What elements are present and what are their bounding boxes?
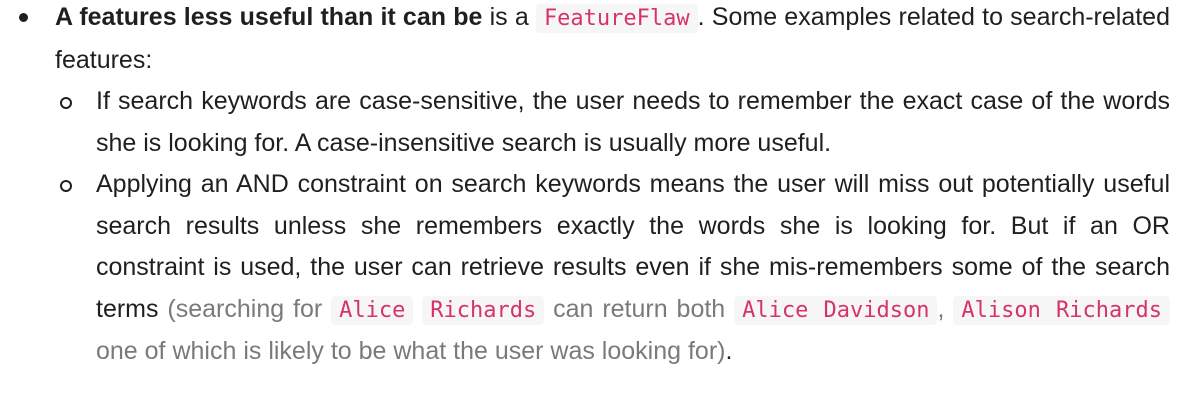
list-item-feature-flaw: A features less useful than it can be is… <box>0 0 1196 373</box>
code-alice-davidson: Alice Davidson <box>734 295 938 325</box>
outer-list: A features less useful than it can be is… <box>0 0 1196 373</box>
bullet-dot-icon <box>19 13 28 22</box>
inner-list: If search keywords are case-sensitive, t… <box>55 81 1170 373</box>
text-is-a: is a <box>482 3 536 31</box>
muted-paren-close: one of which is likely to be what the us… <box>96 337 726 365</box>
code-alison-richards: Alison Richards <box>953 295 1170 325</box>
muted-can-return: can return both <box>544 294 735 323</box>
code-richards: Richards <box>422 295 545 325</box>
muted-paren-open: (searching for <box>167 294 332 323</box>
document-content: A features less useful than it can be is… <box>0 0 1196 409</box>
bullet-circle-icon <box>60 180 72 192</box>
code-alice: Alice <box>331 295 414 325</box>
bold-heading-text: A features less useful than it can be <box>55 3 483 31</box>
list-item-case-sensitive: If search keywords are case-sensitive, t… <box>55 81 1170 164</box>
case-sensitive-text: If search keywords are case-sensitive, t… <box>96 87 1170 157</box>
final-period: . <box>725 337 733 365</box>
muted-comma: , <box>937 294 954 323</box>
list-item-and-constraint: Applying an AND constraint on search key… <box>55 164 1170 373</box>
bullet-circle-icon <box>60 97 72 109</box>
code-feature-flaw: FeatureFlaw <box>535 4 698 33</box>
